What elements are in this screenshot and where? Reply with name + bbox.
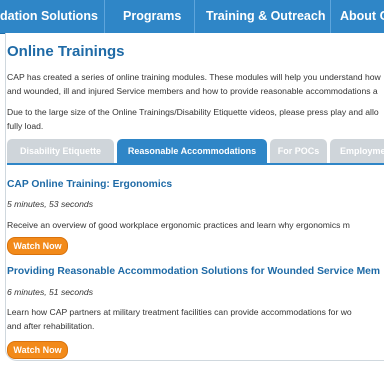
- training-duration: 5 minutes, 53 seconds: [7, 199, 93, 209]
- nav-item-about-cap[interactable]: About CAP: [340, 0, 384, 33]
- note-text-line-2: fully load.: [7, 121, 44, 131]
- nav-divider: [330, 0, 331, 33]
- training-duration: 6 minutes, 51 seconds: [7, 287, 93, 297]
- note-text-line-1: Due to the large size of the Online Trai…: [7, 107, 379, 117]
- training-title-wounded-service-members[interactable]: Providing Reasonable Accommodation Solut…: [7, 266, 380, 277]
- training-description-line-1: Learn how CAP partners at military treat…: [7, 307, 352, 317]
- tab-reasonable-accommodations[interactable]: Reasonable Accommodations: [117, 139, 267, 163]
- page-title: Online Trainings: [7, 43, 125, 60]
- nav-item-programs[interactable]: Programs: [123, 0, 181, 33]
- page-frame: dation Solutions Programs Training & Out…: [0, 0, 384, 366]
- tab-underline: [7, 163, 384, 165]
- tab-for-pocs[interactable]: For POCs: [270, 139, 327, 163]
- watch-now-button[interactable]: Watch Now: [7, 341, 68, 359]
- tab-employment[interactable]: Employme: [330, 139, 384, 163]
- intro-text-line-1: CAP has created a series of online train…: [7, 72, 381, 82]
- top-nav: dation Solutions Programs Training & Out…: [0, 0, 384, 34]
- nav-divider: [194, 0, 195, 33]
- nav-divider: [104, 0, 105, 33]
- training-description: Receive an overview of good workplace er…: [7, 220, 350, 230]
- watch-now-button[interactable]: Watch Now: [7, 237, 68, 255]
- nav-item-accommodation-solutions[interactable]: dation Solutions: [0, 0, 98, 33]
- nav-item-training-outreach[interactable]: Training & Outreach: [206, 0, 325, 33]
- tab-bar: Disability Etiquette Reasonable Accommod…: [7, 139, 384, 163]
- training-description-line-2: and after rehabilitation.: [7, 321, 95, 331]
- training-title-ergonomics[interactable]: CAP Online Training: Ergonomics: [7, 179, 172, 190]
- intro-text-line-2: and wounded, ill and injured Service mem…: [7, 86, 378, 96]
- tab-disability-etiquette[interactable]: Disability Etiquette: [7, 139, 114, 163]
